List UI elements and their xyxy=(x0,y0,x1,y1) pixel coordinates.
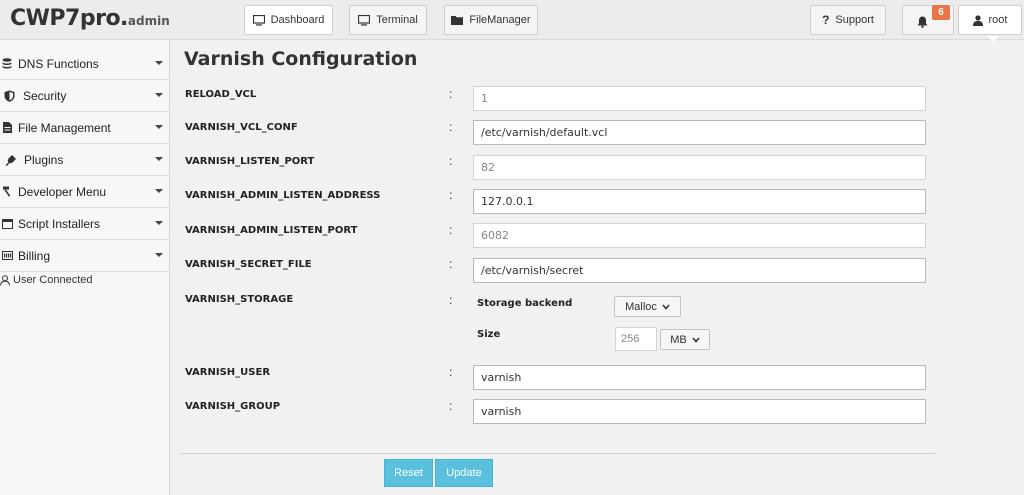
chevron-down-icon xyxy=(155,125,163,129)
sidebar-item-script-installers[interactable]: Script Installers xyxy=(0,208,170,240)
storage-unit-value: MB xyxy=(670,333,687,346)
field-label-varnish-user: VARNISH_USER xyxy=(185,367,271,378)
reload-vcl-input[interactable]: 1 xyxy=(473,86,926,111)
question-icon: ? xyxy=(822,13,830,27)
sidebar-item-label: Security xyxy=(23,88,67,103)
varnish-group-input[interactable]: varnish xyxy=(473,399,926,424)
sidebar-item-dns-functions[interactable]: DNS Functions xyxy=(0,48,170,80)
monitor-icon xyxy=(252,14,265,26)
chevron-down-icon xyxy=(155,221,163,225)
storage-size-label: Size xyxy=(477,329,501,340)
user-outline-icon xyxy=(0,274,10,286)
page-title: Varnish Configuration xyxy=(184,48,418,70)
user-menu-button[interactable]: root xyxy=(958,5,1022,35)
field-label-varnish-group: VARNISH_GROUP xyxy=(185,401,281,412)
support-button[interactable]: ? Support xyxy=(810,5,886,35)
field-label-varnish-admin-listen-port: VARNISH_ADMIN_LISTEN_PORT xyxy=(185,225,358,236)
field-colon: : xyxy=(449,188,453,202)
sidebar-item-security[interactable]: Security xyxy=(0,80,170,112)
bell-icon xyxy=(917,16,928,28)
chevron-down-icon xyxy=(155,253,163,257)
sidebar: DNS Functions Security File Management P… xyxy=(0,40,170,495)
hammer-icon xyxy=(0,185,14,199)
logo[interactable]: CWP7pro.admin xyxy=(10,6,170,31)
sidebar-item-developer-menu[interactable]: Developer Menu xyxy=(0,176,170,208)
user-icon xyxy=(972,14,983,26)
logo-main-text: CWP7pro. xyxy=(10,6,128,31)
storage-unit-select[interactable]: MB xyxy=(660,329,710,350)
varnish-vcl-conf-input[interactable]: /etc/varnish/default.vcl xyxy=(473,120,926,145)
dashboard-button-label: Dashboard xyxy=(270,14,325,26)
dashboard-button[interactable]: Dashboard xyxy=(244,5,333,35)
sidebar-item-label: Script Installers xyxy=(18,216,101,231)
varnish-secret-file-input[interactable]: /etc/varnish/secret xyxy=(473,258,926,283)
logo-sub-text: admin xyxy=(127,14,170,28)
filemanager-button-label: FileManager xyxy=(469,14,531,26)
field-label-reload-vcl: RELOAD_VCL xyxy=(185,89,257,100)
sidebar-item-billing[interactable]: Billing xyxy=(0,240,170,272)
terminal-button-label: Terminal xyxy=(376,14,418,26)
field-label-varnish-storage: VARNISH_STORAGE xyxy=(185,294,294,305)
sidebar-item-label: Plugins xyxy=(24,152,64,167)
chevron-down-icon xyxy=(692,334,700,346)
file-icon xyxy=(0,121,14,135)
chevron-down-icon xyxy=(662,301,670,313)
form-divider xyxy=(180,453,935,454)
support-button-label: Support xyxy=(835,14,874,26)
terminal-button[interactable]: Terminal xyxy=(349,5,427,35)
top-bar: CWP7pro.admin Dashboard Terminal FileMan… xyxy=(0,0,1024,42)
storage-backend-select[interactable]: Malloc xyxy=(614,296,681,317)
chevron-down-icon xyxy=(155,189,163,193)
main-content: Varnish Configuration RELOAD_VCL : 1 VAR… xyxy=(170,40,1024,495)
folder-icon xyxy=(451,15,464,25)
billing-icon xyxy=(0,249,14,263)
field-colon: : xyxy=(449,87,453,101)
storage-backend-label: Storage backend xyxy=(477,298,573,309)
field-colon: : xyxy=(449,257,453,271)
field-label-varnish-listen-port: VARNISH_LISTEN_PORT xyxy=(185,156,315,167)
plug-icon xyxy=(4,153,18,167)
user-menu-label: root xyxy=(988,14,1008,26)
user-connected-status: User Connected xyxy=(0,272,93,288)
update-button[interactable]: Update xyxy=(435,459,493,487)
reset-button[interactable]: Reset xyxy=(384,459,433,487)
monitor-icon xyxy=(358,14,371,26)
chevron-down-icon xyxy=(155,61,163,65)
window-icon xyxy=(0,217,14,231)
chevron-down-icon xyxy=(155,93,163,97)
filemanager-button[interactable]: FileManager xyxy=(444,5,538,35)
field-colon: : xyxy=(449,293,453,307)
varnish-admin-listen-address-input[interactable]: 127.0.0.1 xyxy=(473,189,926,214)
storage-backend-value: Malloc xyxy=(625,300,657,313)
sidebar-item-plugins[interactable]: Plugins xyxy=(0,144,170,176)
field-colon: : xyxy=(449,365,453,379)
sidebar-item-label: Developer Menu xyxy=(18,184,107,199)
varnish-listen-port-input[interactable]: 82 xyxy=(473,155,926,180)
user-connected-label: User Connected xyxy=(13,274,93,286)
sidebar-item-label: Billing xyxy=(18,248,51,263)
varnish-user-input[interactable]: varnish xyxy=(473,365,926,390)
chevron-down-icon xyxy=(155,157,163,161)
sidebar-item-file-management[interactable]: File Management xyxy=(0,112,170,144)
sidebar-item-label: File Management xyxy=(18,120,111,135)
database-icon xyxy=(0,57,14,71)
sidebar-item-label: DNS Functions xyxy=(18,56,99,71)
field-colon: : xyxy=(449,120,453,134)
field-label-varnish-secret-file: VARNISH_SECRET_FILE xyxy=(185,259,312,270)
field-label-varnish-admin-listen-address: VARNISH_ADMIN_LISTEN_ADDRESS xyxy=(185,190,381,201)
field-colon: : xyxy=(449,223,453,237)
field-label-varnish-vcl-conf: VARNISH_VCL_CONF xyxy=(185,122,298,133)
field-colon: : xyxy=(449,399,453,413)
notification-count-badge: 6 xyxy=(932,5,950,20)
varnish-admin-listen-port-input[interactable]: 6082 xyxy=(473,223,926,248)
shield-icon xyxy=(2,89,16,103)
field-colon: : xyxy=(449,154,453,168)
storage-size-input[interactable]: 256 xyxy=(615,327,657,351)
